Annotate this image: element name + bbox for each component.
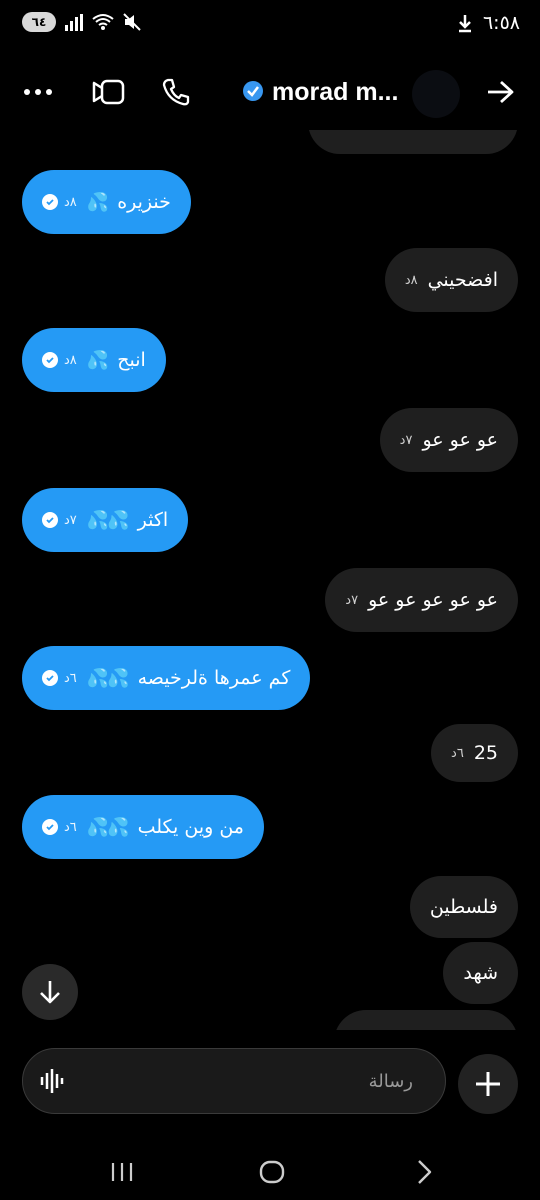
message-meta: ٧د xyxy=(42,512,77,528)
video-icon[interactable] xyxy=(86,70,130,114)
message-meta: ٨د xyxy=(405,273,418,288)
message-bubble-sent[interactable]: ٦د 💦💦 من وين يكلب xyxy=(22,795,264,859)
message-meta: ٨د xyxy=(42,352,77,368)
message-time: ٧د xyxy=(345,592,359,608)
message-text: عو عو عو xyxy=(422,429,498,451)
message-time: ٨د xyxy=(404,272,418,288)
message-input[interactable] xyxy=(83,1049,433,1113)
status-bar: ٦٤ ٦:٥٨ xyxy=(0,0,540,52)
message-text: افضحيني xyxy=(427,269,498,291)
water-drops-emoji: 💦💦 xyxy=(86,667,130,689)
message-text: شهد xyxy=(463,962,498,984)
message-meta: ٧د xyxy=(345,593,358,608)
message-bubble-partial[interactable] xyxy=(308,130,518,154)
message-text: كم عمرها ةلرخيصه xyxy=(137,667,291,689)
read-check-icon xyxy=(42,352,58,368)
read-check-icon xyxy=(42,819,58,835)
message-text: انبح xyxy=(117,349,146,371)
system-nav-bar xyxy=(0,1140,540,1200)
message-bubble-sent[interactable]: ٨د 💦 انبح xyxy=(22,328,166,392)
message-time: ٦د xyxy=(64,670,77,686)
message-text: خنزيره xyxy=(117,191,171,213)
message-bubble-sent[interactable]: ٨د 💦 خنزيره xyxy=(22,170,191,234)
message-time: ٦د xyxy=(64,819,77,835)
water-drops-emoji: 💦💦 xyxy=(86,509,130,531)
message-bubble-received[interactable]: ٧د عو عو عو xyxy=(379,408,518,472)
message-time: ٧د xyxy=(64,512,77,528)
message-time: ٨د xyxy=(64,194,77,210)
download-icon xyxy=(457,13,473,33)
read-check-icon xyxy=(42,512,58,528)
message-text: من وين يكلب xyxy=(137,816,244,838)
mute-icon xyxy=(122,12,142,32)
battery-indicator: ٦٤ xyxy=(22,12,56,32)
message-composer xyxy=(22,1048,446,1114)
message-bubble-received[interactable]: فلسطين xyxy=(409,876,518,938)
status-left: ٦٤ xyxy=(22,12,142,32)
more-icon[interactable] xyxy=(16,70,60,114)
arrow-down-icon xyxy=(40,981,60,1004)
message-time: ٧د xyxy=(399,432,413,448)
water-drops-emoji: 💦💦 xyxy=(86,816,130,838)
home-icon[interactable] xyxy=(250,1150,294,1194)
voice-message-icon[interactable] xyxy=(39,1067,65,1099)
wifi-icon xyxy=(92,13,114,31)
back-arrow-icon[interactable] xyxy=(478,70,522,114)
signal-icon xyxy=(64,13,84,31)
recent-apps-icon[interactable] xyxy=(100,1150,144,1194)
verified-icon xyxy=(242,80,264,106)
water-drops-emoji: 💦 xyxy=(86,349,109,371)
read-check-icon xyxy=(42,194,58,210)
message-bubble-sent[interactable]: ٦د 💦💦 كم عمرها ةلرخيصه xyxy=(22,646,311,710)
message-bubble-sent[interactable]: ٧د 💦💦 اكثر xyxy=(22,488,189,552)
message-text: عو عو عو عو عو xyxy=(368,589,498,611)
read-check-icon xyxy=(42,670,58,686)
message-meta: ٦د xyxy=(42,670,77,686)
contact-name: morad m... xyxy=(272,78,399,106)
message-meta: ٦د xyxy=(451,746,464,761)
message-bubble-partial[interactable] xyxy=(334,1010,518,1030)
message-text: اكثر xyxy=(137,509,169,531)
message-text: فلسطين xyxy=(429,896,498,918)
message-bubble-received[interactable]: ٧د عو عو عو عو عو xyxy=(325,568,518,632)
message-time: ٦د xyxy=(451,745,464,761)
chat-header: morad m... xyxy=(0,58,540,130)
message-bubble-received[interactable]: ٦د 25 xyxy=(431,724,518,782)
scroll-to-bottom-button[interactable] xyxy=(22,964,78,1020)
message-meta: ٦د xyxy=(42,819,77,835)
phone-icon[interactable] xyxy=(154,70,198,114)
water-drops-emoji: 💦 xyxy=(86,191,109,213)
contact-title[interactable]: morad m... xyxy=(242,78,398,107)
message-text: 25 xyxy=(473,742,498,764)
message-time: ٨د xyxy=(64,352,77,368)
message-meta: ٨د xyxy=(42,194,77,210)
nav-back-icon[interactable] xyxy=(402,1150,446,1194)
avatar[interactable] xyxy=(412,70,460,118)
message-meta: ٧د xyxy=(400,433,413,448)
message-bubble-received[interactable]: شهد xyxy=(443,942,518,1004)
status-right: ٦:٥٨ xyxy=(457,12,520,34)
clock: ٦:٥٨ xyxy=(482,12,520,34)
message-list[interactable]: ٨د 💦 خنزيره ٨د افضحيني ٨د 💦 انبح ٧د عو ع… xyxy=(0,130,540,1030)
plus-icon xyxy=(476,1072,500,1096)
message-bubble-received[interactable]: ٨د افضحيني xyxy=(384,248,518,312)
add-attachment-button[interactable] xyxy=(458,1054,518,1114)
